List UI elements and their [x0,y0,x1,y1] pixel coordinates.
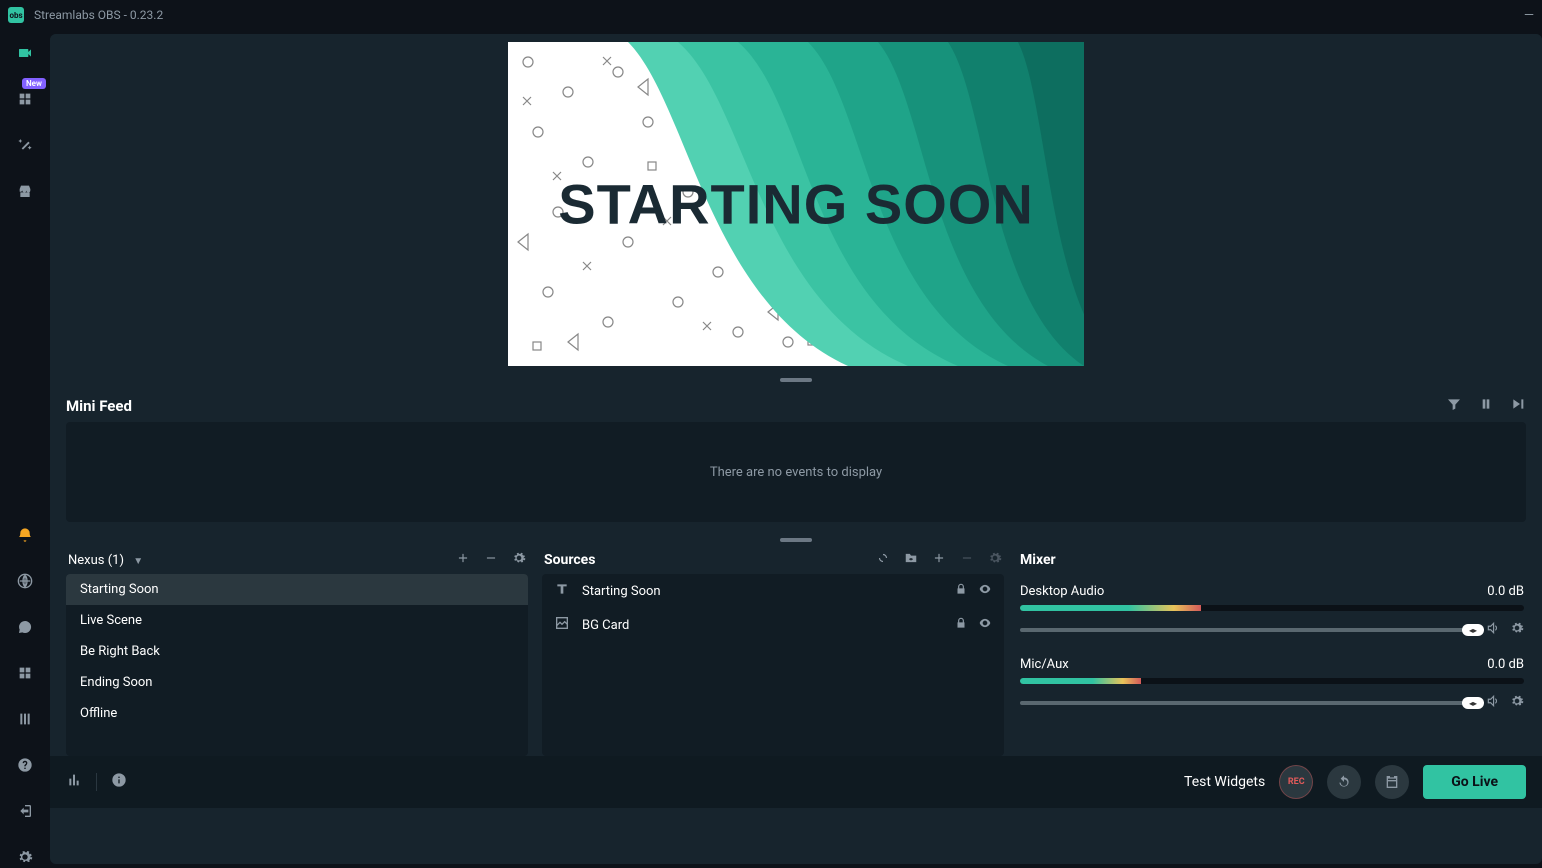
scene-item[interactable]: Offline [66,698,528,729]
drag-handle-1[interactable] [50,374,1542,386]
nav-themes-icon[interactable]: New [14,88,36,110]
mixer-mute-icon[interactable] [1486,694,1500,712]
nav-apps-icon[interactable] [14,662,36,684]
source-item[interactable]: Starting Soon [542,574,1004,608]
source-label: Starting Soon [582,584,661,599]
window-minimize-icon[interactable]: ― [1524,8,1534,23]
scene-item[interactable]: Starting Soon [66,574,528,605]
drag-handle-2[interactable] [50,534,1542,546]
mini-feed-body: There are no events to display [66,422,1526,522]
source-settings-icon[interactable] [988,551,1002,569]
feed-skip-icon[interactable] [1510,396,1526,416]
record-button[interactable]: REC [1279,765,1313,799]
mixer-panel: Mixer Desktop Audio 0.0 dB ◂▸ Mic/Aux 0.0 dB… [1018,546,1526,756]
preview-overlay-text: STARTING SOON [558,172,1034,237]
mixer-channel-name: Desktop Audio [1020,584,1104,599]
mixer-list: Desktop Audio 0.0 dB ◂▸ Mic/Aux 0.0 dB ◂▸ [1018,574,1526,730]
mixer-meter [1020,678,1524,684]
schedule-button[interactable] [1375,765,1409,799]
source-lock-icon[interactable] [954,616,968,634]
source-item[interactable]: BG Card [542,608,1004,642]
new-badge: New [22,78,46,89]
source-transition-icon[interactable] [876,551,890,569]
nav-chat-icon[interactable] [14,616,36,638]
app-logo-icon: obs [8,7,24,23]
mini-feed-title: Mini Feed [66,397,132,415]
sources-panel: Sources Starting Soon BG Card [542,546,1004,756]
mixer-channel: Desktop Audio 0.0 dB ◂▸ [1018,584,1526,639]
mixer-volume-slider[interactable]: ◂▸ [1020,701,1476,705]
nav-layout-icon[interactable] [14,708,36,730]
source-lock-icon[interactable] [954,582,968,600]
feed-pause-icon[interactable] [1478,396,1494,416]
source-visibility-icon[interactable] [978,582,992,600]
mini-feed-empty-text: There are no events to display [710,465,882,480]
window-title: Streamlabs OBS - 0.23.2 [34,8,163,22]
source-list: Starting Soon BG Card [542,574,1004,756]
mini-feed-panel: Mini Feed There are no events to display [50,386,1542,534]
mixer-meter [1020,605,1524,611]
titlebar: obs Streamlabs OBS - 0.23.2 ― [0,0,1542,30]
nav-help-icon[interactable] [14,754,36,776]
mixer-channel-db: 0.0 dB [1487,584,1524,599]
test-widgets-button[interactable]: Test Widgets [1184,774,1265,790]
source-folder-icon[interactable] [904,551,918,569]
scene-collection-dropdown[interactable]: Nexus (1) ▼ [68,553,143,568]
separator [96,773,97,791]
nav-editor-icon[interactable] [14,42,36,64]
nav-magic-icon[interactable] [14,134,36,156]
source-label: BG Card [582,618,629,633]
feed-filter-icon[interactable] [1446,396,1462,416]
mixer-channel: Mic/Aux 0.0 dB ◂▸ [1018,657,1526,712]
scene-settings-icon[interactable] [512,551,526,569]
scenes-panel: Nexus (1) ▼ Starting SoonLive SceneBe Ri… [66,546,528,756]
source-remove-icon[interactable] [960,551,974,569]
left-nav: New [0,30,50,868]
scene-remove-icon[interactable] [484,551,498,569]
mixer-settings-icon[interactable] [1510,694,1524,712]
nav-settings-icon[interactable] [14,846,36,868]
source-add-icon[interactable] [932,551,946,569]
mixer-title: Mixer [1020,552,1056,568]
info-icon[interactable] [111,772,127,792]
mixer-settings-icon[interactable] [1510,621,1524,639]
nav-logout-icon[interactable] [14,800,36,822]
mixer-channel-name: Mic/Aux [1020,657,1069,672]
nav-notify-icon[interactable] [14,524,36,546]
bottom-bar: Test Widgets REC Go Live [50,756,1542,808]
scene-list: Starting SoonLive SceneBe Right BackEndi… [66,574,528,756]
source-type-icon [554,615,570,635]
nav-store-icon[interactable] [14,180,36,202]
chevron-down-icon: ▼ [133,556,143,567]
mixer-volume-slider[interactable]: ◂▸ [1020,628,1476,632]
mixer-channel-db: 0.0 dB [1487,657,1524,672]
stats-icon[interactable] [66,772,82,792]
scene-add-icon[interactable] [456,551,470,569]
source-visibility-icon[interactable] [978,616,992,634]
scene-collection-label: Nexus (1) [68,553,124,568]
scene-item[interactable]: Be Right Back [66,636,528,667]
scene-item[interactable]: Live Scene [66,605,528,636]
go-live-button[interactable]: Go Live [1423,765,1526,799]
mixer-mute-icon[interactable] [1486,621,1500,639]
scene-item[interactable]: Ending Soon [66,667,528,698]
preview-area[interactable]: STARTING SOON [50,34,1542,374]
sources-title: Sources [544,552,595,568]
replay-button[interactable] [1327,765,1361,799]
nav-globe-icon[interactable] [14,570,36,592]
source-type-icon [554,581,570,601]
stream-preview[interactable]: STARTING SOON [508,42,1084,366]
